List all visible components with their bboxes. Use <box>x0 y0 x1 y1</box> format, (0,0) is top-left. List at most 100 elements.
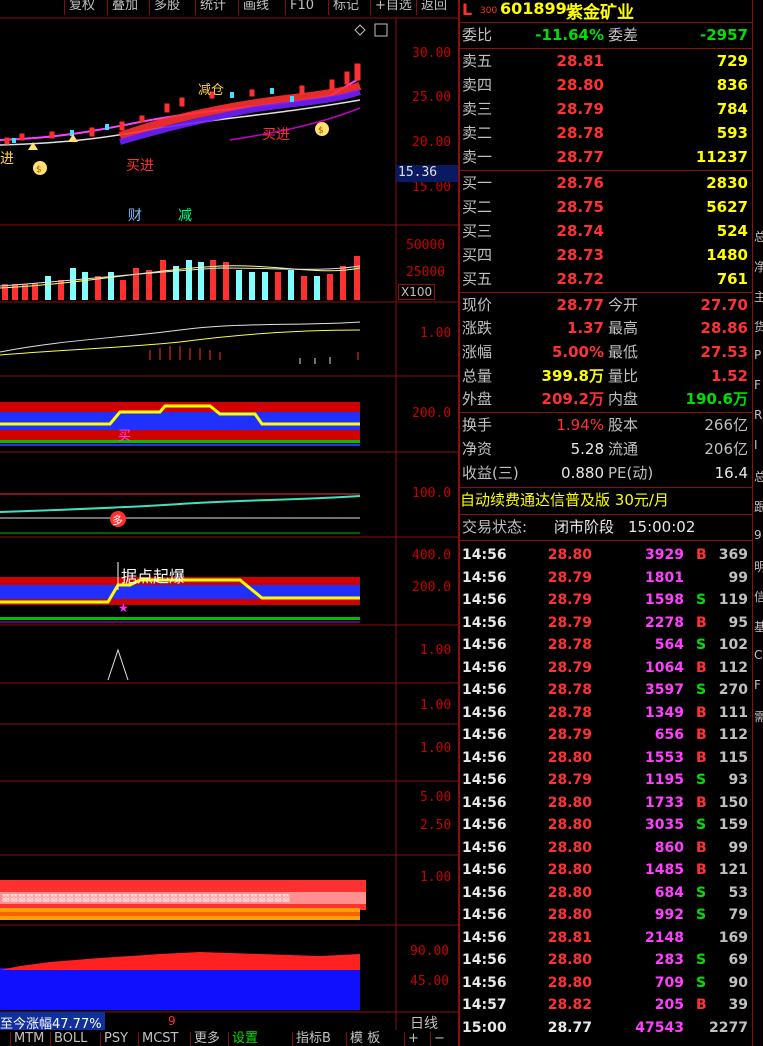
bid-row-4: 买四 28.73 1480 <box>460 244 752 267</box>
tab-psy[interactable]: PSY <box>100 1032 131 1046</box>
tick-row: 14:56 28.80 283 S 69 <box>460 949 752 972</box>
tick-time: 14:56 <box>462 614 507 631</box>
tab-mtm[interactable]: MTM <box>10 1032 47 1046</box>
ask-price: 28.80 <box>556 76 604 94</box>
nine-marker: 9 <box>168 1014 176 1028</box>
stat-label: 内盘 <box>608 390 639 408</box>
tab-settings[interactable]: 设置 <box>228 1032 261 1046</box>
ask-price: 28.77 <box>556 148 604 166</box>
tab-mcst[interactable]: MCST <box>138 1032 182 1046</box>
tick-count: 53 <box>728 884 748 901</box>
edge-label: 净 <box>754 260 763 274</box>
bid-row-2: 买二 28.75 5627 <box>460 196 752 219</box>
ask-volume: 836 <box>716 76 748 94</box>
fin-value: 5.28 <box>570 440 604 458</box>
trade-status-value: 闭市阶段 <box>554 518 615 536</box>
stat-row-price: 现价 28.77 今开 27.70 <box>460 294 752 317</box>
edge-label: 总 <box>754 230 763 244</box>
tick-row: 14:56 28.80 3929 B 369 <box>460 544 752 567</box>
tick-count: 119 <box>718 592 748 608</box>
zoom-in-button[interactable]: + <box>404 1032 422 1046</box>
edge-label: 明 <box>754 560 763 574</box>
svg-text:囍囍囍囍囍囍囍囍囍囍囍囍囍囍囍囍囍囍囍囍囍囍囍囍囍囍囍囍囍囍: 囍囍囍囍囍囍囍囍囍囍囍囍囍囍囍囍囍囍囍囍囍囍囍囍囍囍囍囍囍囍囍囍囍囍囍囍 <box>2 893 290 903</box>
tick-time: 14:56 <box>462 749 507 766</box>
tab-more[interactable]: 更多 <box>190 1032 223 1046</box>
tick-count: 99 <box>728 839 748 856</box>
stock-code: 601899 <box>500 0 567 18</box>
bid-volume: 1480 <box>706 246 748 264</box>
tick-volume: 3035 <box>645 817 684 833</box>
fin-value: 206亿 <box>704 440 748 458</box>
tick-count: 159 <box>718 817 748 833</box>
tick-time: 14:56 <box>462 839 507 856</box>
tick-price: 28.78 <box>547 704 592 721</box>
edge-label: C <box>754 648 763 662</box>
tick-volume: 2278 <box>645 614 684 631</box>
tab-template[interactable]: 模 板 <box>346 1032 383 1046</box>
tick-row: 14:56 28.80 709 S 90 <box>460 972 752 995</box>
fin-label: PE(动) <box>608 464 654 482</box>
stock-name: 紫金矿业 <box>566 3 634 23</box>
tick-row: 14:56 28.80 1733 B 150 <box>460 792 752 815</box>
tick-row: 14:56 28.81 2148 169 <box>460 927 752 950</box>
stat-value: 1.37 <box>566 319 604 337</box>
tick-side: B <box>696 862 707 878</box>
bid-price: 28.72 <box>556 270 604 288</box>
stat-label: 量比 <box>608 367 639 385</box>
tick-row: 14:56 28.80 992 S 79 <box>460 904 752 927</box>
stat-value: 209.2万 <box>541 390 604 408</box>
ask-volume: 729 <box>716 52 748 70</box>
tick-price: 28.80 <box>547 749 592 766</box>
tick-price: 28.79 <box>547 614 592 631</box>
fin-label: 净资 <box>462 440 493 458</box>
fin-row-turnover: 换手 1.94% 股本 266亿 <box>460 414 752 437</box>
stat-row-pct: 涨幅 5.00% 最低 27.53 <box>460 341 752 364</box>
tick-count: 93 <box>728 772 748 788</box>
kline-chart[interactable]: $ $ ★ 囍囍囍囍囍囍囍囍囍囍囍囍囍囍囍囍囍囍囍囍囍囍囍囍囍囍囍囍囍囍囍囍囍囍… <box>0 0 458 1046</box>
tick-row: 14:56 28.79 656 B 112 <box>460 724 752 747</box>
fin-value: 1.94% <box>556 416 604 434</box>
ask-volume: 11237 <box>695 148 748 166</box>
bid-label: 买三 <box>462 222 493 240</box>
tick-side: B <box>696 659 707 676</box>
period-daily-button[interactable]: 日线 <box>410 1013 438 1033</box>
bid-label: 买二 <box>462 198 493 216</box>
jin-marker: 进 <box>0 151 14 167</box>
tick-time: 14:56 <box>462 974 507 991</box>
tick-volume: 2148 <box>645 929 684 946</box>
bid-volume: 2830 <box>706 174 748 192</box>
buy-in-marker-2: 买进 <box>262 127 290 143</box>
ask-label: 卖五 <box>462 52 493 70</box>
tick-price: 28.80 <box>547 547 592 563</box>
tab-boll[interactable]: BOLL <box>50 1032 90 1046</box>
edge-label: 主 <box>754 290 763 304</box>
tick-price: 28.80 <box>547 952 592 968</box>
tick-time: 14:56 <box>462 637 507 653</box>
tick-side: S <box>696 907 707 923</box>
tick-volume: 1485 <box>645 862 684 878</box>
tick-row: 14:56 28.79 1598 S 119 <box>460 589 752 612</box>
stat-value: 190.6万 <box>685 390 748 408</box>
tick-price: 28.80 <box>547 794 592 811</box>
zoom-out-button[interactable]: − <box>430 1032 448 1046</box>
bid-volume: 524 <box>716 222 748 240</box>
tick-side: S <box>696 637 707 653</box>
promo-banner[interactable]: 自动续费通达信普及版 30元/月 <box>460 489 752 512</box>
ask-label: 卖三 <box>462 100 493 118</box>
tab-indicator-b[interactable]: 指标B <box>292 1032 334 1046</box>
tick-volume: 684 <box>654 884 684 901</box>
tick-volume: 1733 <box>645 794 684 811</box>
vol-unit: X100 <box>398 284 436 300</box>
fin-value: 0.880 <box>561 464 604 482</box>
tick-row: 14:56 28.79 1064 B 112 <box>460 657 752 680</box>
weicha-label: 委差 <box>608 26 639 44</box>
fin-label: 股本 <box>608 416 639 434</box>
svg-text:$: $ <box>318 126 324 136</box>
edge-label: 9 <box>754 528 762 542</box>
edge-label: 基 <box>754 620 763 634</box>
mai-marker: 买 <box>118 429 132 444</box>
tick-count: 270 <box>718 682 748 698</box>
tick-price: 28.79 <box>547 592 592 608</box>
ask-price: 28.79 <box>556 100 604 118</box>
tick-count: 90 <box>728 974 748 991</box>
